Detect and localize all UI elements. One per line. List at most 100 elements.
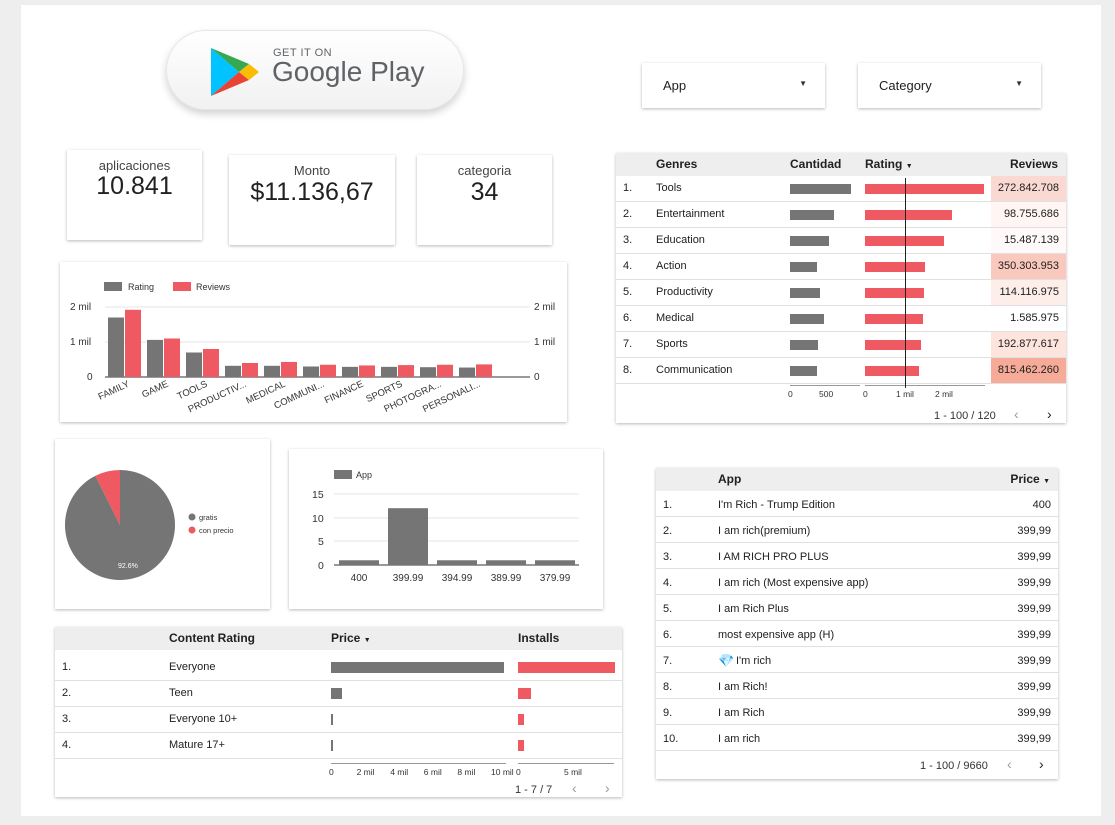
chevron-right-icon[interactable]: ›	[1039, 756, 1044, 772]
table-row[interactable]: 7. Sports 192.877.617	[616, 332, 1066, 358]
bar-app-count[interactable]	[486, 560, 526, 565]
bar-reviews[interactable]	[125, 309, 141, 377]
bar-rating[interactable]	[381, 366, 397, 377]
cantidad-axis-label: 0	[788, 389, 793, 399]
rating-axis-line	[865, 385, 985, 386]
table-row[interactable]: 4. Action 350.303.953	[616, 254, 1066, 280]
bar-rating[interactable]	[264, 365, 280, 377]
rating-axis-label: 0	[863, 389, 868, 399]
table-row[interactable]: 6. Medical 1.585.975	[616, 306, 1066, 332]
table-row[interactable]: 3. Everyone 10+	[55, 707, 622, 733]
kpi-value: $11.136,67	[250, 178, 374, 206]
header-price[interactable]: Price ▼	[1010, 472, 1050, 486]
bar-rating[interactable]	[108, 317, 124, 378]
legend-label-con-precio: con precio	[199, 526, 234, 535]
bar-rating[interactable]	[147, 339, 163, 377]
bar-reviews[interactable]	[203, 349, 219, 377]
app-price: 399,99	[1017, 551, 1051, 563]
bar-reviews[interactable]	[359, 365, 375, 377]
header-installs[interactable]: Installs	[518, 631, 559, 645]
bar-reviews[interactable]	[398, 365, 414, 377]
chevron-right-icon[interactable]: ›	[1047, 406, 1052, 422]
bar-app-count[interactable]	[339, 560, 379, 565]
bar-app-count[interactable]	[535, 560, 575, 565]
table-row[interactable]: 6. most expensive app (H) 399,99	[656, 621, 1058, 647]
chevron-left-icon[interactable]: ‹	[572, 780, 577, 796]
table-row[interactable]: 7. 💎 I'm rich 399,99	[656, 647, 1058, 673]
price-bar	[331, 740, 333, 751]
table-row[interactable]: 1. Everyone	[55, 655, 622, 681]
price-axis-label: 8 mil	[457, 767, 476, 777]
header-content-rating[interactable]: Content Rating	[169, 631, 255, 645]
table-row[interactable]: 2. I am rich(premium) 399,99	[656, 517, 1058, 543]
app-price: 399,99	[1017, 655, 1051, 667]
row-number: 5.	[623, 286, 633, 298]
header-cantidad[interactable]: Cantidad	[790, 157, 841, 171]
content-rating-label: Everyone	[169, 661, 216, 673]
table-row[interactable]: 2. Entertainment 98.755.686	[616, 202, 1066, 228]
table-row[interactable]: 8. I am Rich! 399,99	[656, 673, 1058, 699]
table-row[interactable]: 9. I am Rich 399,99	[656, 699, 1058, 725]
bar-rating[interactable]	[459, 367, 475, 377]
table-row[interactable]: 4. Mature 17+	[55, 733, 622, 759]
bar-rating[interactable]	[342, 366, 358, 377]
pagination-label: 1 - 100 / 120	[934, 410, 996, 422]
bar-reviews[interactable]	[242, 363, 258, 377]
y-tick-label: 10	[312, 513, 324, 525]
header-rating[interactable]: Rating ▼	[865, 157, 913, 171]
table-row[interactable]: 10. I am rich 399,99	[656, 725, 1058, 751]
header-app[interactable]: App	[718, 472, 741, 486]
table-row[interactable]: 4. I am rich (Most expensive app) 399,99	[656, 569, 1058, 595]
chevron-left-icon[interactable]: ‹	[1007, 756, 1012, 772]
chevron-right-icon[interactable]: ›	[605, 780, 610, 796]
table-row[interactable]: 5. I am Rich Plus 399,99	[656, 595, 1058, 621]
legend-dot-con-precio	[188, 526, 196, 534]
installs-bar	[518, 740, 524, 751]
cantidad-bar	[790, 184, 851, 194]
app-filter-dropdown[interactable]: App ▼	[642, 63, 825, 108]
table-row[interactable]: 2. Teen	[55, 681, 622, 707]
table-row[interactable]: 8. Communication 815.462.260	[616, 358, 1066, 384]
table-row[interactable]: 3. I AM RICH PRO PLUS 399,99	[656, 543, 1058, 569]
genre-name: Action	[656, 260, 687, 272]
x-tick-label: 389.99	[491, 573, 522, 584]
bar-rating[interactable]	[420, 367, 436, 377]
header-reviews[interactable]: Reviews	[1010, 157, 1058, 171]
reviews-value: 98.755.686	[1003, 208, 1059, 220]
bar-app-count[interactable]	[388, 508, 428, 565]
kpi-label: categoria	[457, 163, 512, 178]
genre-name: Sports	[656, 338, 688, 350]
chevron-down-icon: ▼	[1015, 79, 1023, 88]
bar-reviews[interactable]	[476, 364, 492, 377]
reviews-value: 1.585.975	[1010, 312, 1059, 324]
app-name: I'm rich	[736, 655, 772, 667]
bar-rating[interactable]	[303, 366, 319, 378]
bar-rating[interactable]	[225, 365, 241, 377]
chevron-left-icon[interactable]: ‹	[1014, 406, 1019, 422]
reviews-value: 192.877.617	[997, 338, 1059, 350]
table-row[interactable]: 5. Productivity 114.116.975	[616, 280, 1066, 306]
sort-desc-icon: ▼	[363, 637, 371, 644]
bar-reviews[interactable]	[320, 364, 336, 377]
table-row[interactable]: 1. Tools 272.842.708	[616, 176, 1066, 202]
genre-name: Tools	[656, 182, 682, 194]
header-price[interactable]: Price ▼	[331, 631, 371, 645]
x-tick-label: FAMILY	[97, 378, 132, 402]
price-axis-line	[331, 763, 506, 764]
google-play-badge: GET IT ON Google Play	[166, 30, 464, 110]
bar-rating[interactable]	[186, 352, 202, 378]
google-play-logo-icon	[211, 48, 259, 96]
kpi-label: Monto	[293, 163, 331, 178]
bar-reviews[interactable]	[437, 364, 453, 377]
row-number: 2.	[62, 687, 72, 699]
header-genres[interactable]: Genres	[656, 157, 697, 171]
app-price: 399,99	[1017, 603, 1051, 615]
table-row[interactable]: 1. I'm Rich - Trump Edition 400	[656, 491, 1058, 517]
bar-reviews[interactable]	[281, 361, 297, 377]
table-row[interactable]: 3. Education 15.487.139	[616, 228, 1066, 254]
category-filter-dropdown[interactable]: Category ▼	[858, 63, 1041, 108]
bar-reviews[interactable]	[164, 338, 180, 378]
app-name: I am Rich Plus	[718, 603, 789, 615]
pie-chart-svg: 92.6% gratis con precio	[64, 470, 234, 580]
bar-app-count[interactable]	[437, 560, 477, 565]
